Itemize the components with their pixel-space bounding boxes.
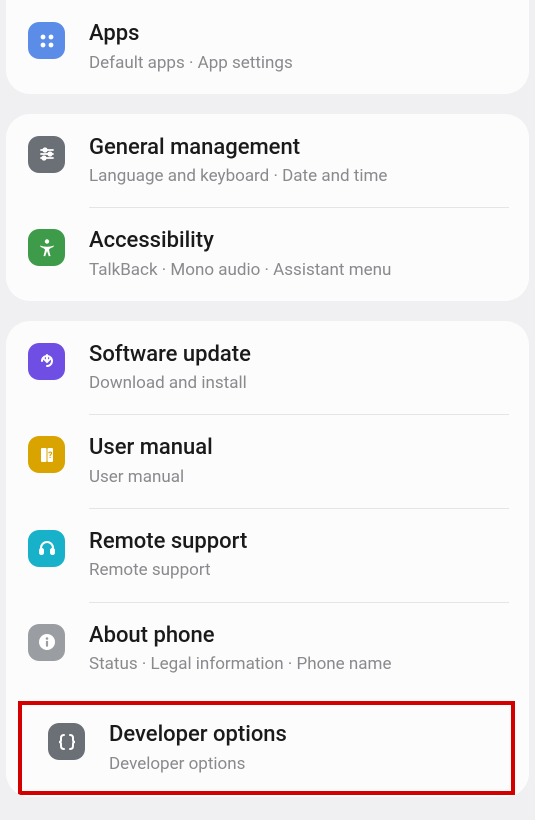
sliders-icon <box>28 136 65 173</box>
row-text: About phone Status · Legal information ·… <box>89 622 509 676</box>
settings-row-user-manual[interactable]: ? User manual User manual <box>6 414 529 508</box>
row-title: Developer options <box>109 721 491 749</box>
settings-row-general-management[interactable]: General management Language and keyboard… <box>6 114 529 208</box>
row-title: Accessibility <box>89 227 509 255</box>
row-subtitle: User manual <box>89 466 509 488</box>
row-text: Apps Default apps · App settings <box>89 20 509 74</box>
row-text: Software update Download and install <box>89 341 509 395</box>
row-subtitle: Language and keyboard · Date and time <box>89 165 509 187</box>
settings-row-remote-support[interactable]: Remote support Remote support <box>6 508 529 602</box>
row-subtitle: TalkBack · Mono audio · Assistant menu <box>89 259 509 281</box>
row-text: General management Language and keyboard… <box>89 134 509 188</box>
svg-text:?: ? <box>47 451 52 461</box>
manual-icon: ? <box>28 436 65 473</box>
row-text: Accessibility TalkBack · Mono audio · As… <box>89 227 509 281</box>
row-title: About phone <box>89 622 509 650</box>
settings-group: Software update Download and install ? U… <box>6 321 529 797</box>
apps-icon <box>28 22 65 59</box>
braces-icon <box>48 723 85 760</box>
settings-row-accessibility[interactable]: Accessibility TalkBack · Mono audio · As… <box>6 207 529 301</box>
headset-icon <box>28 530 65 567</box>
settings-row-apps[interactable]: Apps Default apps · App settings <box>6 0 529 94</box>
row-title: Software update <box>89 341 509 369</box>
update-icon <box>28 343 65 380</box>
row-subtitle: Download and install <box>89 372 509 394</box>
row-title: User manual <box>89 434 509 462</box>
row-text: Developer options Developer options <box>109 721 491 775</box>
row-subtitle: Default apps · App settings <box>89 52 509 74</box>
settings-group: Apps Default apps · App settings <box>6 0 529 94</box>
row-title: Apps <box>89 20 509 48</box>
row-subtitle: Status · Legal information · Phone name <box>89 653 509 675</box>
settings-row-developer-options[interactable]: Developer options Developer options <box>26 707 511 789</box>
row-title: General management <box>89 134 509 162</box>
settings-row-software-update[interactable]: Software update Download and install <box>6 321 529 415</box>
accessibility-icon <box>28 229 65 266</box>
info-icon <box>28 624 65 661</box>
settings-group: General management Language and keyboard… <box>6 114 529 301</box>
row-subtitle: Developer options <box>109 753 491 775</box>
row-subtitle: Remote support <box>89 559 509 581</box>
highlight-box: Developer options Developer options <box>18 701 515 795</box>
row-text: Remote support Remote support <box>89 528 509 582</box>
row-text: User manual User manual <box>89 434 509 488</box>
row-title: Remote support <box>89 528 509 556</box>
settings-row-about-phone[interactable]: About phone Status · Legal information ·… <box>6 602 529 696</box>
